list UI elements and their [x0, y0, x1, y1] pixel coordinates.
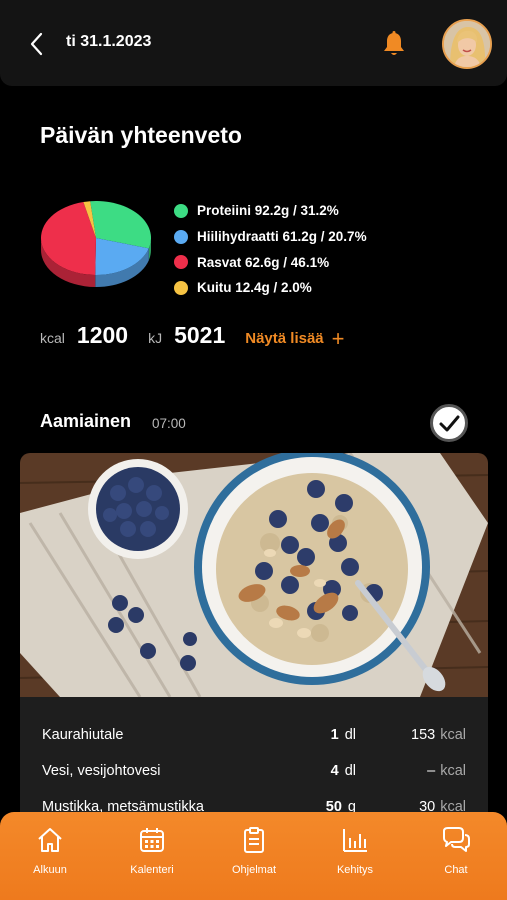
tab-label: Alkuun: [33, 864, 67, 876]
tab-chat[interactable]: Chat: [416, 826, 496, 876]
tab-label: Kalenteri: [130, 864, 174, 876]
legend-item-fat: Rasvat 62.6g / 46.1%: [174, 249, 367, 275]
legend-item-protein: Proteiini 92.2g / 31.2%: [174, 198, 367, 224]
kcal-unit: kcal: [440, 727, 466, 743]
quantity-value: 4: [330, 763, 339, 779]
legend-label-protein: Proteiini 92.2g / 31.2%: [197, 203, 339, 219]
food-quantity: 1 dl: [331, 727, 356, 743]
food-name: Vesi, vesijohtovesi: [42, 763, 161, 779]
user-avatar[interactable]: [442, 19, 492, 69]
meal-done-checkbox[interactable]: [430, 404, 468, 442]
kcal-value: –: [427, 763, 436, 779]
chevron-left-icon[interactable]: [26, 30, 48, 58]
food-energy: – kcal: [427, 763, 466, 779]
kj-unit: kJ: [148, 330, 163, 346]
food-name: Kaurahiutale: [42, 727, 124, 743]
page-title: Päivän yhteenveto: [40, 122, 242, 148]
list-item[interactable]: Kaurahiutale 1 dl 153 kcal: [42, 727, 466, 751]
kcal-unit: kcal: [40, 330, 65, 346]
quantity-unit: dl: [344, 727, 356, 743]
checkmark-icon: [439, 415, 460, 432]
legend-label-fiber: Kuitu 12.4g / 2.0%: [197, 280, 312, 296]
tab-programs[interactable]: Ohjelmat: [214, 826, 294, 876]
legend-item-carbs: Hiilihydraatti 61.2g / 20.7%: [174, 224, 367, 250]
chat-icon: [443, 827, 470, 852]
food-quantity: 4 dl: [331, 763, 356, 779]
meal-time: 07:00: [152, 416, 186, 431]
tab-calendar[interactable]: Kalenteri: [112, 826, 192, 876]
tab-home[interactable]: Alkuun: [10, 826, 90, 876]
bell-icon[interactable]: [381, 30, 407, 58]
clipboard-icon: [244, 827, 264, 853]
plus-icon: +: [331, 325, 345, 351]
bar-chart-icon: [343, 829, 367, 852]
show-more-label: Näytä lisää: [245, 330, 324, 347]
legend-item-fiber: Kuitu 12.4g / 2.0%: [174, 275, 367, 301]
top-bar: ti 31.1.2023: [0, 0, 507, 86]
calendar-icon: [140, 828, 164, 852]
food-energy: 153 kcal: [411, 727, 466, 743]
energy-summary: kcal 1200 kJ 5021 Näytä lisää +: [40, 322, 345, 352]
legend-dot-fat: [174, 255, 188, 270]
legend-dot-carbs: [174, 229, 188, 244]
list-item[interactable]: Vesi, vesijohtovesi 4 dl – kcal: [42, 763, 466, 787]
home-icon: [38, 828, 62, 852]
macro-pie-chart: [40, 201, 151, 287]
legend-dot-protein: [174, 203, 188, 218]
pie-chart-top: [40, 201, 151, 275]
legend-label-carbs: Hiilihydraatti 61.2g / 20.7%: [197, 229, 367, 245]
meal-photo: [20, 453, 488, 697]
macro-legend: Proteiini 92.2g / 31.2% Hiilihydraatti 6…: [174, 198, 367, 301]
quantity-unit: dl: [344, 763, 356, 779]
date-label[interactable]: ti 31.1.2023: [66, 33, 151, 51]
legend-label-fat: Rasvat 62.6g / 46.1%: [197, 254, 330, 270]
tab-label: Ohjelmat: [231, 864, 277, 876]
quantity-value: 1: [330, 727, 339, 743]
kj-value: 5021: [174, 322, 226, 348]
bottom-tab-bar: Alkuun Kalenteri Ohjelmat Kehitys Chat: [0, 812, 507, 900]
meal-title: Aamiainen: [40, 411, 132, 431]
show-more-button[interactable]: Näytä lisää +: [245, 325, 345, 351]
legend-dot-fiber: [174, 280, 188, 295]
kcal-value: 1200: [76, 322, 129, 348]
kcal-value: 153: [411, 727, 436, 743]
tab-label: Kehitys: [336, 864, 374, 876]
kcal-unit: kcal: [440, 763, 466, 779]
tab-progress[interactable]: Kehitys: [315, 826, 395, 876]
tab-label: Chat: [444, 864, 468, 876]
